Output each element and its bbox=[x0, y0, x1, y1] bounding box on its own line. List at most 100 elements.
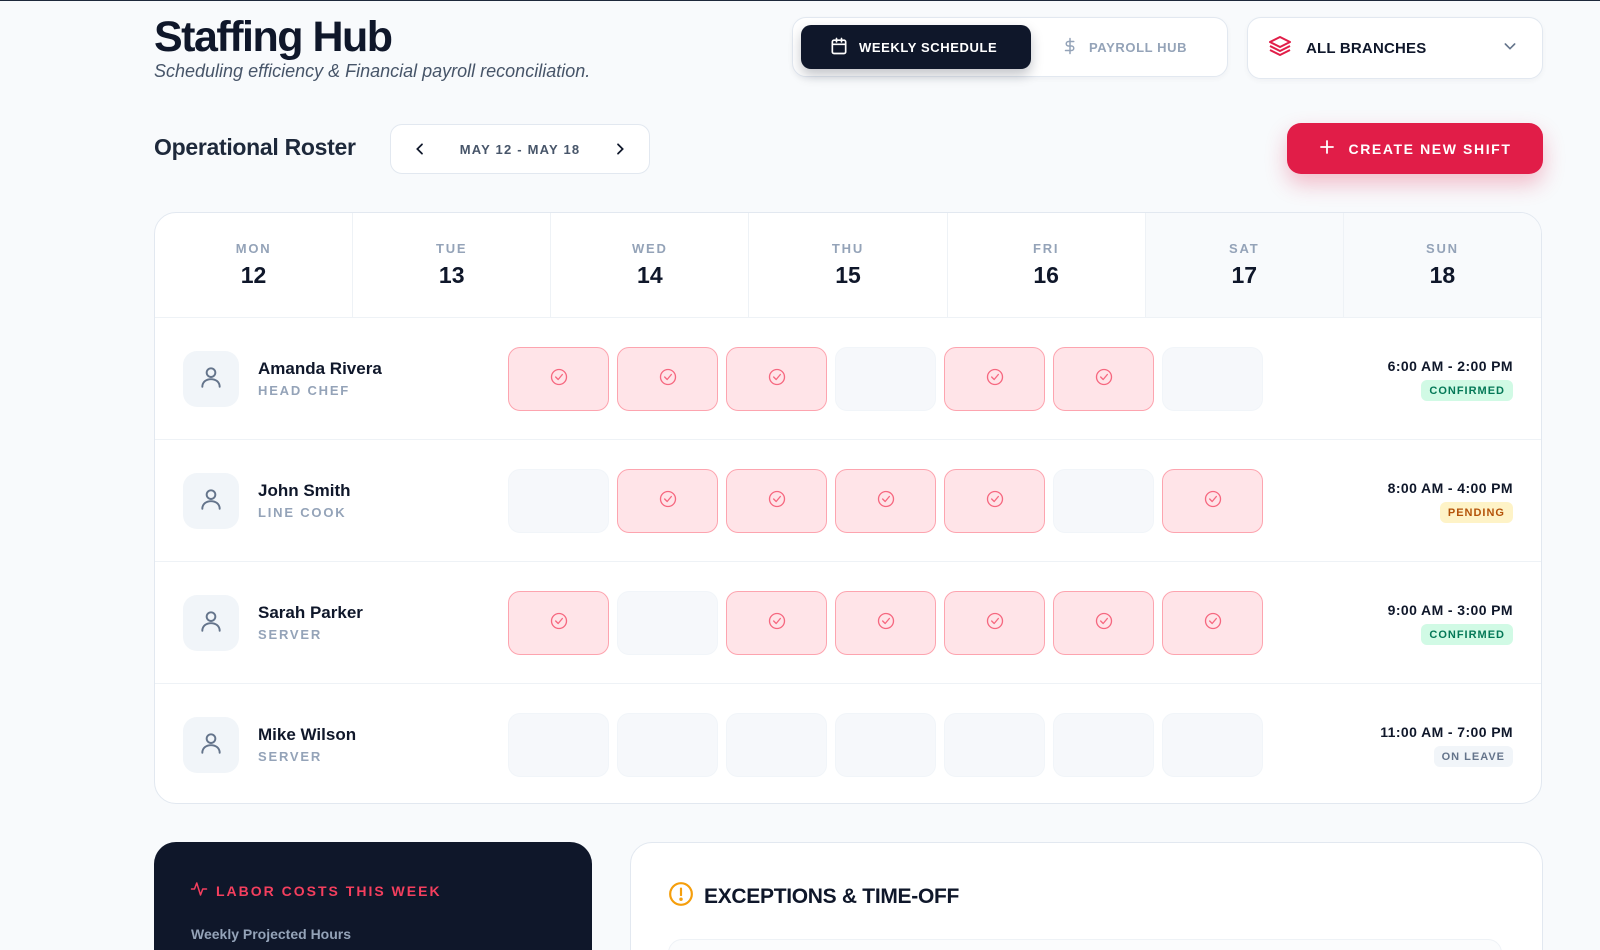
shift-cell-assigned[interactable] bbox=[726, 591, 827, 655]
employee-row: John Smith LINE COOK 8:00 AM - 4:00 PM PEND… bbox=[155, 440, 1541, 562]
exceptions-card: EXCEPTIONS & TIME-OFF bbox=[630, 842, 1543, 950]
day-name: WED bbox=[631, 241, 668, 256]
shift-cell-empty[interactable] bbox=[508, 713, 609, 777]
exceptions-title: EXCEPTIONS & TIME-OFF bbox=[704, 885, 960, 908]
shift-cell-assigned[interactable] bbox=[944, 469, 1045, 533]
status-badge: CONFIRMED bbox=[1421, 624, 1513, 645]
shift-cells bbox=[508, 713, 1263, 777]
check-circle-icon bbox=[985, 367, 1005, 392]
shift-time: 11:00 AM - 7:00 PM bbox=[1380, 724, 1513, 740]
exceptions-header: EXCEPTIONS & TIME-OFF bbox=[668, 881, 959, 913]
day-date: 13 bbox=[438, 262, 465, 288]
check-circle-icon bbox=[767, 489, 787, 514]
labor-costs-title: LABOR COSTS THIS WEEK bbox=[216, 882, 442, 899]
employee-row: Sarah Parker SERVER 9:00 AM - 3:00 PM CONFI… bbox=[155, 562, 1541, 684]
chevron-right-icon[interactable] bbox=[609, 138, 631, 160]
employee-role: HEAD CHEF bbox=[258, 383, 351, 398]
user-icon bbox=[198, 364, 224, 395]
weekly-schedule-label: WEEKLY SCHEDULE bbox=[859, 39, 998, 55]
status-badge: ON LEAVE bbox=[1433, 746, 1513, 767]
shift-cell-assigned[interactable] bbox=[508, 347, 609, 411]
check-circle-icon bbox=[549, 611, 569, 636]
page-title: Staffing Hub bbox=[154, 13, 393, 61]
shift-cell-assigned[interactable] bbox=[1162, 469, 1263, 533]
day-date: 16 bbox=[1033, 262, 1059, 288]
shift-time: 6:00 AM - 2:00 PM bbox=[1387, 358, 1513, 374]
alert-circle-icon bbox=[668, 881, 694, 913]
chevron-left-icon[interactable] bbox=[409, 138, 431, 160]
shift-cell-assigned[interactable] bbox=[1162, 591, 1263, 655]
avatar bbox=[183, 595, 239, 651]
check-circle-icon bbox=[767, 611, 787, 636]
shift-cell-empty[interactable] bbox=[508, 469, 609, 533]
shift-cell-assigned[interactable] bbox=[1053, 347, 1154, 411]
check-circle-icon bbox=[658, 367, 678, 392]
shift-cell-empty[interactable] bbox=[1053, 713, 1154, 777]
day-name: SUN bbox=[1425, 241, 1459, 256]
employee-row: Mike Wilson SERVER 11:00 AM - 7:00 PM ON LE… bbox=[155, 684, 1541, 803]
employee-role: LINE COOK bbox=[258, 505, 347, 520]
labor-costs-card: LABOR COSTS THIS WEEK Weekly Projected H… bbox=[154, 842, 592, 950]
day-header-tue: TUE 13 bbox=[353, 213, 552, 317]
shift-cell-empty[interactable] bbox=[944, 713, 1045, 777]
layers-icon bbox=[1268, 34, 1292, 63]
day-header-thu: THU 15 bbox=[749, 213, 948, 317]
employee-row: Amanda Rivera HEAD CHEF 6:00 AM - 2:00 PM C… bbox=[155, 318, 1541, 440]
employee-name: Amanda Rivera bbox=[258, 359, 382, 378]
day-date: 17 bbox=[1231, 262, 1258, 288]
shift-cell-empty[interactable] bbox=[1053, 469, 1154, 533]
day-header-sat: SAT 17 bbox=[1145, 213, 1344, 317]
shift-cell-empty[interactable] bbox=[617, 713, 718, 777]
shift-cell-assigned[interactable] bbox=[617, 347, 718, 411]
check-circle-icon bbox=[876, 611, 896, 636]
create-shift-label: CREATE NEW SHIFT bbox=[1348, 140, 1512, 157]
shift-cell-assigned[interactable] bbox=[944, 591, 1045, 655]
shift-cell-empty[interactable] bbox=[726, 713, 827, 777]
check-circle-icon bbox=[549, 367, 569, 392]
shift-cell-empty[interactable] bbox=[835, 347, 936, 411]
create-shift-button[interactable]: CREATE NEW SHIFT bbox=[1287, 123, 1543, 174]
user-icon bbox=[198, 608, 224, 639]
shift-cell-empty[interactable] bbox=[835, 713, 936, 777]
avatar bbox=[183, 473, 239, 529]
weekly-projected-hours-label: Weekly Projected Hours bbox=[191, 926, 352, 942]
check-circle-icon bbox=[985, 611, 1005, 636]
day-header-fri: FRI 16 bbox=[948, 213, 1146, 317]
shift-cell-assigned[interactable] bbox=[726, 347, 827, 411]
shift-time: 8:00 AM - 4:00 PM bbox=[1387, 480, 1513, 496]
weekly-schedule-tab[interactable]: WEEKLY SCHEDULE bbox=[801, 25, 1031, 69]
status-badge: CONFIRMED bbox=[1421, 380, 1513, 401]
activity-icon bbox=[190, 880, 208, 901]
shift-cell-assigned[interactable] bbox=[1053, 591, 1154, 655]
shift-cell-empty[interactable] bbox=[1162, 347, 1263, 411]
day-date: 18 bbox=[1429, 262, 1456, 288]
shift-cells bbox=[508, 469, 1263, 533]
day-header-row: MON 12 TUE 13 WED 14 THU 15 FRI 16 SAT 17 SUN 18 bbox=[155, 213, 1541, 318]
week-navigator: MAY 12 - MAY 18 bbox=[390, 124, 650, 174]
payroll-hub-tab[interactable]: PAYROLL HUB bbox=[1049, 25, 1207, 69]
avatar bbox=[183, 351, 239, 407]
shift-cell-assigned[interactable] bbox=[835, 591, 936, 655]
shift-cell-empty[interactable] bbox=[617, 591, 718, 655]
shift-cell-empty[interactable] bbox=[1162, 713, 1263, 777]
shift-cell-assigned[interactable] bbox=[617, 469, 718, 533]
shift-cell-assigned[interactable] bbox=[508, 591, 609, 655]
day-header-sun: SUN 18 bbox=[1343, 213, 1541, 317]
shift-cell-assigned[interactable] bbox=[835, 469, 936, 533]
employee-rows: Amanda Rivera HEAD CHEF 6:00 AM - 2:00 PM C… bbox=[155, 318, 1541, 803]
employee-name: John Smith bbox=[258, 481, 351, 500]
shift-cell-assigned[interactable] bbox=[944, 347, 1045, 411]
exception-item[interactable] bbox=[668, 939, 1502, 950]
calendar-icon bbox=[829, 36, 849, 59]
week-range: MAY 12 - MAY 18 bbox=[459, 141, 581, 157]
employee-role: SERVER bbox=[258, 749, 323, 764]
shift-time: 9:00 AM - 3:00 PM bbox=[1387, 602, 1513, 618]
schedule-grid: MON 12 TUE 13 WED 14 THU 15 FRI 16 SAT 17 SUN 18 Aman… bbox=[154, 212, 1542, 804]
chevron-down-icon bbox=[1502, 38, 1518, 59]
branch-select[interactable]: ALL BRANCHES bbox=[1247, 17, 1543, 79]
day-date: 12 bbox=[240, 262, 267, 288]
day-name: FRI bbox=[1032, 241, 1060, 256]
check-circle-icon bbox=[876, 489, 896, 514]
shift-cell-assigned[interactable] bbox=[726, 469, 827, 533]
payroll-hub-label: PAYROLL HUB bbox=[1089, 39, 1188, 55]
